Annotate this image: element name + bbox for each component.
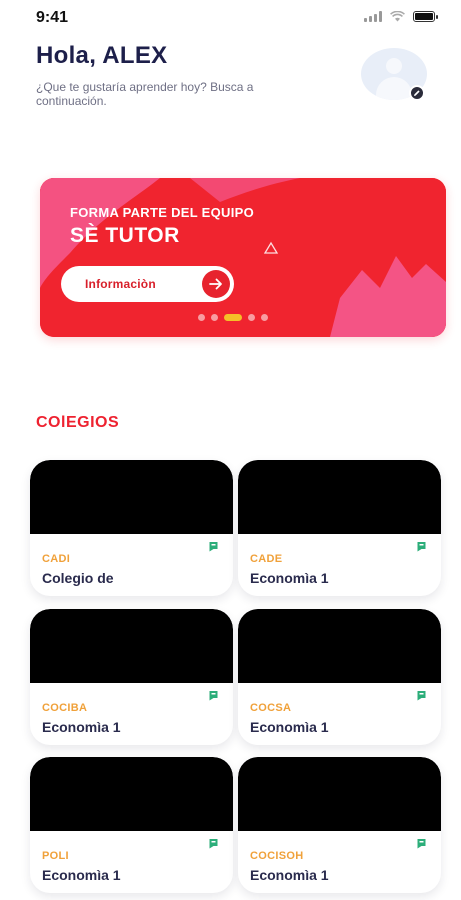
card-name: Colegio de <box>42 570 114 586</box>
card-image <box>238 757 441 831</box>
status-bar: 9:41 <box>0 0 461 34</box>
card-image <box>238 609 441 683</box>
banner-kicker: FORMA PARTE DEL EQUIPO <box>70 205 255 220</box>
bookmark-icon[interactable] <box>416 690 427 701</box>
course-card[interactable]: COCISOH Economìa 1 <box>238 757 441 893</box>
card-code: COCISOH <box>250 850 304 862</box>
signal-icon <box>364 11 382 22</box>
carousel-dot[interactable] <box>261 314 268 321</box>
carousel-dots <box>198 314 268 321</box>
greeting-subtitle: ¿Que te gustaría aprender hoy? Busca a c… <box>36 80 254 108</box>
card-image <box>238 460 441 534</box>
card-code: COCIBA <box>42 702 88 714</box>
card-code: COCSA <box>250 702 292 714</box>
status-time: 9:41 <box>36 9 69 26</box>
card-name: Economìa 1 <box>250 719 329 735</box>
bookmark-icon[interactable] <box>416 838 427 849</box>
course-card[interactable]: COCSA Economìa 1 <box>238 609 441 745</box>
card-image <box>30 757 233 831</box>
card-image <box>30 609 233 683</box>
course-card[interactable]: CADE Economìa 1 <box>238 460 441 596</box>
battery-icon <box>413 11 438 22</box>
bookmark-icon[interactable] <box>208 838 219 849</box>
carousel-dot[interactable] <box>248 314 255 321</box>
card-name: Economìa 1 <box>42 719 121 735</box>
bookmark-icon[interactable] <box>208 690 219 701</box>
edit-avatar-icon[interactable] <box>409 85 425 101</box>
card-name: Economìa 1 <box>42 867 121 883</box>
course-card[interactable]: COCIBA Economìa 1 <box>30 609 233 745</box>
course-card[interactable]: CADI Colegio de <box>30 460 233 596</box>
greeting-title: Hola, ALEX <box>36 42 168 69</box>
wifi-icon <box>390 11 405 22</box>
info-button[interactable]: Informaciòn <box>61 266 234 302</box>
banner-title: SÈ TUTOR <box>70 224 180 247</box>
card-name: Economìa 1 <box>250 570 329 586</box>
carousel-dot-active[interactable] <box>224 314 242 321</box>
card-code: CADE <box>250 553 283 565</box>
promo-banner[interactable]: FORMA PARTE DEL EQUIPO SÈ TUTOR Informac… <box>40 178 446 337</box>
section-title: COlEGIOS <box>36 414 120 431</box>
card-name: Economìa 1 <box>250 867 329 883</box>
bookmark-icon[interactable] <box>416 541 427 552</box>
status-icons <box>364 11 438 22</box>
info-button-label: Informaciòn <box>85 277 156 291</box>
card-code: CADI <box>42 553 71 565</box>
arrow-right-icon <box>202 270 230 298</box>
card-code: POLI <box>42 850 69 862</box>
carousel-dot[interactable] <box>198 314 205 321</box>
card-image <box>30 460 233 534</box>
bookmark-icon[interactable] <box>208 541 219 552</box>
course-card[interactable]: POLI Economìa 1 <box>30 757 233 893</box>
carousel-dot[interactable] <box>211 314 218 321</box>
